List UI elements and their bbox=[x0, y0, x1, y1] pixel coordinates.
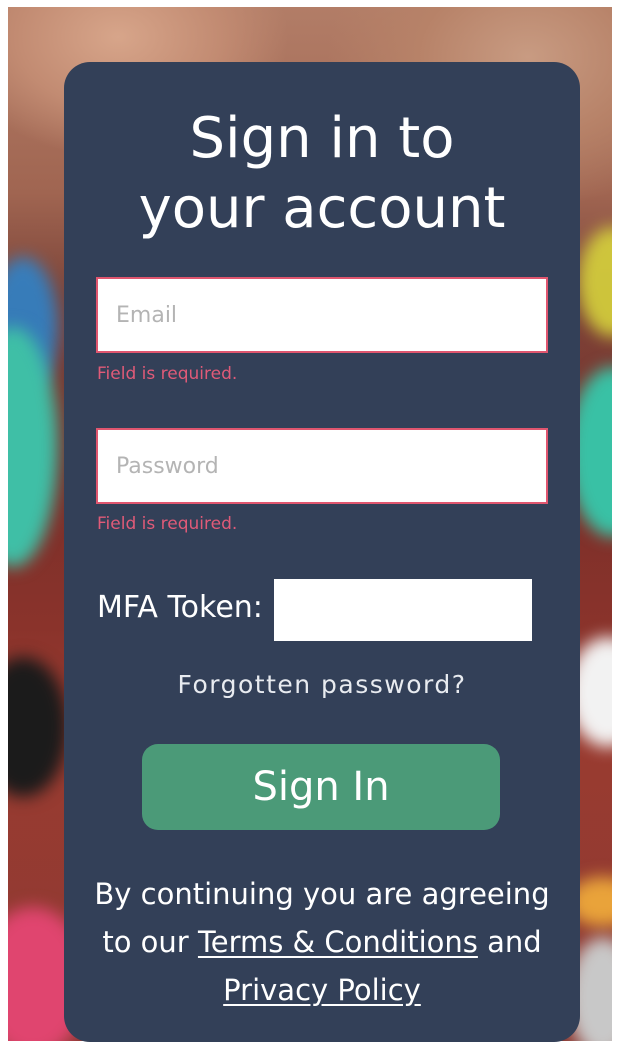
privacy-policy-link[interactable]: Privacy Policy bbox=[223, 973, 421, 1007]
terms-link[interactable]: Terms & Conditions bbox=[198, 925, 478, 959]
legal-notice: By continuing you are agreeing to our Te… bbox=[88, 870, 556, 1014]
title-line-2: your account bbox=[138, 176, 506, 241]
forgot-password-link[interactable]: Forgotten password? bbox=[64, 670, 580, 699]
password-error-message: Field is required. bbox=[97, 514, 238, 534]
sign-in-card: Sign in to your account Field is require… bbox=[64, 62, 580, 1042]
password-field[interactable] bbox=[96, 428, 548, 504]
background-shoe-shape bbox=[578, 227, 612, 337]
mfa-token-label: MFA Token: bbox=[97, 590, 263, 625]
email-error-message: Field is required. bbox=[97, 364, 238, 384]
legal-middle: and bbox=[477, 925, 542, 959]
mfa-token-input[interactable] bbox=[274, 579, 532, 641]
email-field[interactable] bbox=[96, 277, 548, 353]
background-sock-shape bbox=[8, 657, 68, 797]
title-line-1: Sign in to bbox=[189, 106, 455, 171]
page-title: Sign in to your account bbox=[64, 104, 580, 244]
sign-in-button[interactable]: Sign In bbox=[142, 744, 500, 830]
